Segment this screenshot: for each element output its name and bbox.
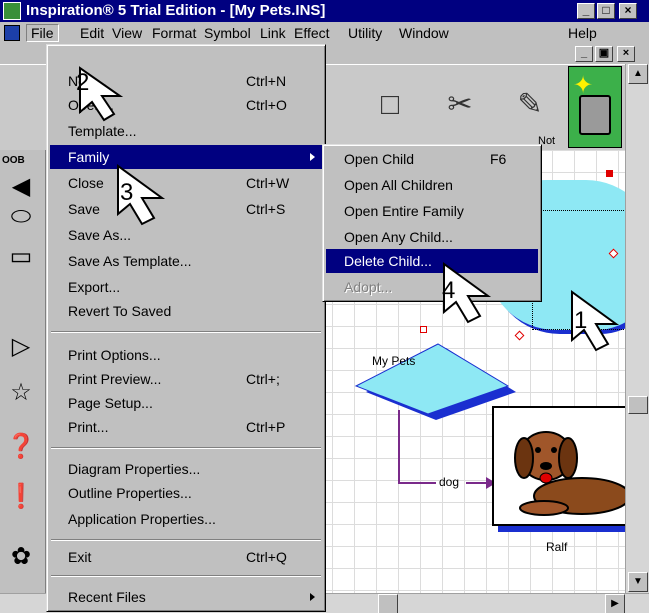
app-icon[interactable] — [3, 2, 21, 20]
menu-help[interactable]: Help — [564, 24, 601, 42]
menu-item-family[interactable]: Family — [50, 145, 322, 169]
menu-file[interactable]: File — [26, 24, 59, 42]
menu-separator — [51, 575, 321, 577]
menu-item-print-options[interactable]: Print Options... — [50, 343, 322, 367]
menu-item-print-preview[interactable]: Print Preview... Ctrl+; — [50, 367, 322, 391]
step-2-number: 2 — [76, 69, 89, 96]
oval-shape-icon[interactable]: ⬭ — [4, 200, 38, 234]
menu-item-page-setup[interactable]: Page Setup... — [50, 391, 322, 415]
menu-separator — [51, 447, 321, 449]
menu-format[interactable]: Format — [148, 24, 200, 42]
submenu-arrow-icon — [310, 593, 315, 601]
picture-label: Ralf — [546, 540, 568, 554]
selection-handle[interactable] — [606, 170, 613, 177]
link-label[interactable]: dog — [439, 475, 459, 489]
menu-bar: File Edit View Format Symbol Link Effect… — [0, 22, 649, 44]
arrow-shape-icon[interactable]: ▷ — [4, 330, 38, 364]
create-tool-icon[interactable]: □ — [370, 85, 410, 125]
menu-item-open-child[interactable]: Open Child F6 — [326, 147, 538, 171]
menu-link[interactable]: Link — [256, 24, 290, 42]
scroll-right-icon[interactable]: ▶ — [605, 594, 625, 613]
step-3-pointer-icon: 3 — [117, 164, 166, 226]
scroll-down-icon[interactable]: ▼ — [628, 572, 648, 592]
question-symbol-icon[interactable]: ❓ — [4, 430, 38, 464]
menu-item-open-entire-family[interactable]: Open Entire Family — [326, 199, 538, 223]
menu-item-close[interactable]: Close Ctrl+W — [50, 171, 322, 195]
link-line[interactable] — [398, 410, 400, 484]
menu-item-exit[interactable]: Exit Ctrl+Q — [50, 545, 322, 569]
maximize-button[interactable]: □ — [597, 3, 615, 19]
palette-label: OOB — [2, 155, 25, 166]
menu-edit[interactable]: Edit — [76, 24, 108, 42]
submenu-arrow-icon — [310, 153, 315, 161]
menu-separator — [51, 539, 321, 541]
menu-separator — [51, 331, 321, 333]
scroll-thumb[interactable] — [628, 396, 648, 414]
title-bar: Inspiration® 5 Trial Edition - [My Pets.… — [0, 0, 649, 22]
menu-item-delete-child[interactable]: Delete Child... — [326, 249, 538, 273]
file-menu: New...Ctrl+N Open...Ctrl+O Template... F… — [46, 44, 326, 612]
menu-item-export[interactable]: Export... — [50, 275, 322, 299]
step-4-number: 4 — [442, 277, 455, 304]
previous-arrow-icon[interactable]: ◀ — [4, 170, 38, 204]
note-tool-icon[interactable]: ✎ — [510, 85, 550, 125]
menu-item-save-as-template[interactable]: Save As Template... — [50, 249, 322, 273]
close-button[interactable]: × — [619, 3, 637, 19]
dog-picture-symbol[interactable] — [492, 406, 625, 526]
step-1-number: 1 — [574, 307, 587, 334]
menu-effect[interactable]: Effect — [290, 24, 334, 42]
document-icon[interactable] — [4, 25, 20, 41]
step-1-pointer-icon: 1 — [571, 290, 620, 352]
family-submenu: Open Child F6 Open All Children Open Enti… — [322, 144, 542, 302]
doc-restore-button[interactable]: ▣ — [595, 46, 613, 62]
star-shape-icon[interactable]: ☆ — [4, 376, 38, 410]
menu-item-open-any-child[interactable]: Open Any Child... — [326, 225, 538, 249]
scroll-up-icon[interactable]: ▲ — [628, 64, 648, 84]
menu-item-outline-properties[interactable]: Outline Properties... — [50, 481, 322, 505]
trash-can-icon — [579, 95, 611, 135]
link-tool-icon[interactable]: ✂ — [440, 85, 480, 125]
menu-item-revert[interactable]: Revert To Saved — [50, 299, 322, 323]
selection-handle[interactable] — [420, 326, 427, 333]
holly-symbol-icon[interactable]: ✿ — [4, 540, 38, 574]
link-line[interactable] — [398, 482, 436, 484]
symbol-palette: OOB ◀ ⬭ ▭ ▷ ☆ ❓ ❗ ✿ — [0, 150, 46, 593]
selection-handle[interactable] — [514, 330, 525, 341]
step-2-pointer-icon: 2 — [76, 66, 124, 122]
menu-symbol[interactable]: Symbol — [200, 24, 255, 42]
menu-item-open-all-children[interactable]: Open All Children — [326, 173, 538, 197]
menu-item-save[interactable]: Save Ctrl+S — [50, 197, 322, 221]
trash-icon[interactable]: ✦ — [568, 66, 622, 148]
menu-utility[interactable]: Utility — [344, 24, 386, 42]
step-4-pointer-icon: 4 — [442, 262, 492, 324]
link-line[interactable] — [466, 482, 488, 484]
minimize-button[interactable]: _ — [577, 3, 595, 19]
vertical-scrollbar[interactable]: ▲ ▼ — [625, 64, 649, 594]
rectangle-shape-icon[interactable]: ▭ — [4, 240, 38, 274]
menu-item-template[interactable]: Template... — [50, 119, 322, 143]
doc-close-button[interactable]: × — [617, 46, 635, 62]
menu-item-print[interactable]: Print... Ctrl+P — [50, 415, 322, 439]
menu-item-diagram-properties[interactable]: Diagram Properties... — [50, 457, 322, 481]
menu-item-save-as[interactable]: Save As... — [50, 223, 322, 247]
main-idea-label: My Pets — [372, 354, 416, 368]
exclamation-symbol-icon[interactable]: ❗ — [4, 480, 38, 514]
menu-window[interactable]: Window — [395, 24, 453, 42]
scroll-thumb-horizontal[interactable] — [378, 594, 398, 613]
step-3-number: 3 — [120, 179, 133, 206]
menu-item-application-properties[interactable]: Application Properties... — [50, 507, 322, 531]
menu-item-recent-files[interactable]: Recent Files — [50, 585, 322, 609]
menu-item-adopt: Adopt... — [344, 279, 393, 295]
doc-minimize-button[interactable]: _ — [575, 46, 593, 62]
window-title: Inspiration® 5 Trial Edition - [My Pets.… — [26, 2, 326, 19]
menu-view[interactable]: View — [108, 24, 146, 42]
dog-icon — [514, 431, 625, 516]
